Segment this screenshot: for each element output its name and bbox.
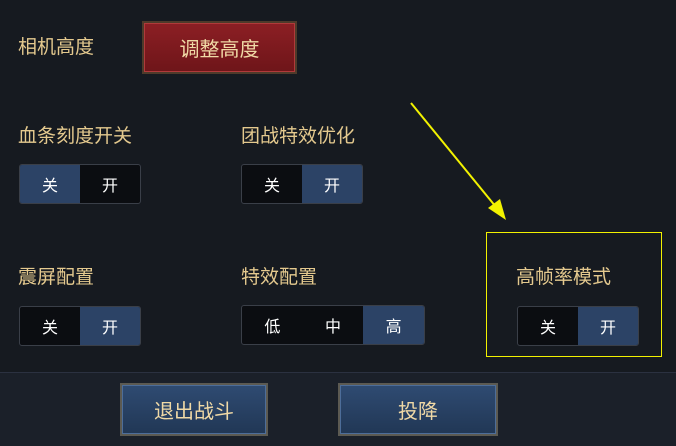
exit-battle-button[interactable]: 退出战斗 xyxy=(120,383,268,436)
game-settings-panel: 相机高度 调整高度 血条刻度开关 关 开 团战特效优化 关 开 震屏配置 关 开… xyxy=(0,0,676,446)
surrender-button[interactable]: 投降 xyxy=(338,383,498,436)
